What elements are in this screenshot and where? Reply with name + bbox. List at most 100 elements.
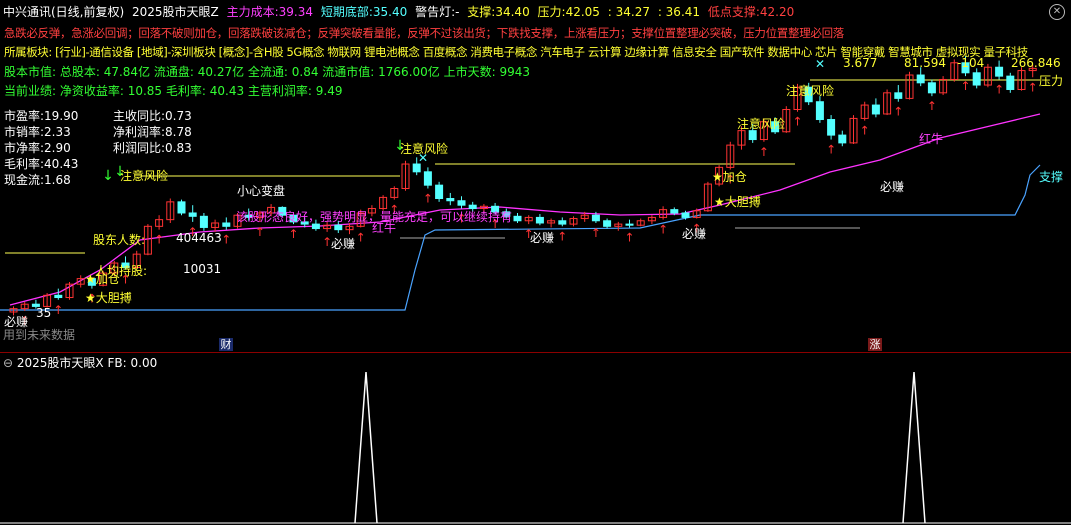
stat-value: 1.68 <box>44 173 71 187</box>
low-support-value: 42.20 <box>759 5 795 19</box>
chart-header: 中兴通讯(日线,前复权) 2025股市天眼Z 主力成本:39.34 短期底部:3… <box>3 3 798 20</box>
candle-body <box>188 212 197 217</box>
trend-text: 该股形态良好，强势明显，量能充足，可以继续持有 <box>236 210 513 224</box>
candle-body <box>54 294 63 299</box>
careful-label: 小心变盘 <box>237 184 286 198</box>
support-tag: 支撑 <box>1039 170 1064 184</box>
stat-label: 净利润率: <box>113 125 166 139</box>
top-value-3: -104 <box>957 56 985 70</box>
buy-arrow-icon: ↑ <box>591 226 601 240</box>
buy-arrow-icon: ↑ <box>255 225 265 239</box>
buy-arrow-icon: ↑ <box>658 223 668 237</box>
low-price-label: 35 <box>36 306 52 320</box>
candle-body <box>827 119 836 136</box>
stat-value: 2.33 <box>44 125 71 139</box>
buy-arrow-icon: ↑ <box>860 124 870 138</box>
stat-label: 现金流: <box>4 173 45 187</box>
caution-label-3: 注意风险 <box>737 117 786 131</box>
future-data-note: 用到未来数据 <box>3 328 76 342</box>
warning-label: 警告灯: <box>415 5 456 19</box>
sub-indicator-chart[interactable] <box>0 370 1071 525</box>
caution-label-4: 注意风险 <box>786 84 835 98</box>
fb-spike-1 <box>354 371 378 524</box>
main-chart-panel[interactable]: ↑ ↑ ↑ ↑ ↑ ↑ ↑ ↑ ↑ ↑ ↑ ↑ ↑ ↑ ↑ ↑ ↑ ↑ ↑ ↑ ↑ ↑ ↑ ↑ ↑ ↑ ↑ ↑ ↑ ↑ ↑ ↓ ↓ ↓ ✕ ✕ 中兴通… <box>0 0 1071 352</box>
indicator-name: 2025股市天眼Z <box>132 5 219 19</box>
fb-spike-2 <box>902 371 926 524</box>
pressure-value: 42.05 <box>565 5 600 19</box>
stat-value: 0.73 <box>165 109 192 123</box>
right-stat-row: 利润同比:0.83 <box>113 139 192 156</box>
top-value-2: 81.594 <box>904 56 946 70</box>
short-bottom-value: 35.40 <box>372 5 408 19</box>
advice-line: 急跌必反弹，急涨必回调；回落不破则加仓，回落跌破该减仓；反弹突破看量能，反弹不过… <box>4 26 844 40</box>
finance-date-marker[interactable]: 财 <box>219 338 233 351</box>
candle-body <box>972 72 981 86</box>
fb-value: 0.00 <box>130 356 158 370</box>
stat-label: 市销率: <box>4 125 45 139</box>
candle-body <box>838 134 847 144</box>
support-value: 34.40 <box>495 5 530 19</box>
left-stat-row: 现金流:1.68 <box>4 171 71 188</box>
candle-body <box>916 74 925 84</box>
candle-body <box>435 184 444 200</box>
candle-body <box>591 214 600 222</box>
candle-body <box>199 215 208 228</box>
buy-arrow-icon: ↑ <box>557 229 567 243</box>
left-stat-row: 毛利率:40.43 <box>4 155 78 172</box>
pressure-tag: 压力 <box>1039 74 1064 88</box>
support-label: 支撑: <box>467 5 496 19</box>
right-stat-row: 主收同比:0.73 <box>113 107 192 124</box>
candle-body <box>558 220 567 225</box>
earn-label-4: 必赚 <box>682 227 707 241</box>
buy-arrow-icon: ↑ <box>624 230 634 244</box>
buy-signal-2: ★大胆搏 <box>85 291 132 305</box>
buy-signal-3: ★加仓 <box>712 170 747 184</box>
market-line: 股本市值: 总股本: 47.84亿 流通盘: 40.27亿 全流通: 0.84 … <box>4 65 530 79</box>
candle-body <box>603 220 612 227</box>
stat-label: 市盈率: <box>4 109 45 123</box>
candle-body <box>681 212 690 218</box>
main-cost-label: 主力成本: <box>226 5 279 19</box>
buy-arrow-icon: ↑ <box>356 230 366 244</box>
candle-body <box>670 209 679 214</box>
stock-name: 中兴通讯(日线,前复权) <box>3 5 125 19</box>
sub-panel-title: 2025股市天眼X <box>16 356 104 370</box>
holders-value: 404463 <box>176 231 222 245</box>
short-bottom-label: 短期底部: <box>320 5 373 19</box>
buy-arrow-icon: ↑ <box>994 82 1004 96</box>
right-stat-row: 净利润率:8.78 <box>113 123 192 140</box>
left-stat-row: 市净率:2.90 <box>4 139 71 156</box>
stat-label: 主收同比: <box>113 109 166 123</box>
caution-label-1: 注意风险 <box>120 169 169 183</box>
sub-panel-icon[interactable]: ⊖ <box>3 356 13 370</box>
top-value-4: 266.846 <box>1011 56 1061 70</box>
candle-body <box>871 104 880 115</box>
per-capita-value: 10031 <box>183 262 222 276</box>
buy-arrow-icon: ↑ <box>792 115 802 129</box>
buy-arrow-icon: ↑ <box>288 227 298 241</box>
candle-body <box>222 222 231 227</box>
earn-label-3: 必赚 <box>530 231 555 245</box>
stat-label: 毛利率: <box>4 157 45 171</box>
pressure-label: 压力: <box>537 5 566 19</box>
earn-label-5: 必赚 <box>880 180 905 194</box>
candle-body <box>815 101 824 121</box>
extra-value-2: : 36.41 <box>657 5 701 19</box>
limit-up-date-marker[interactable]: 涨 <box>868 338 882 351</box>
buy-signal-4: ★大胆搏 <box>714 195 761 209</box>
candle-body <box>412 163 421 173</box>
candle-body <box>423 171 432 186</box>
stat-label: 市净率: <box>4 141 45 155</box>
main-cost-value: 39.34 <box>278 5 314 19</box>
stat-value: 8.78 <box>165 125 192 139</box>
stat-value: 40.43 <box>44 157 79 171</box>
low-support-label: 低点支撑: <box>707 5 760 19</box>
performance-line: 当前业绩: 净资收益率: 10.85 毛利率: 40.43 主营利润率: 9.4… <box>4 84 343 98</box>
top-value-1: 3.677 <box>843 56 878 70</box>
warning-value: - <box>455 5 460 19</box>
candle-body <box>535 216 544 224</box>
panel-divider <box>0 352 1071 353</box>
close-icon[interactable]: ✕ <box>1049 4 1065 20</box>
stat-value: 2.90 <box>44 141 71 155</box>
buy-arrow-icon: ↑ <box>154 233 164 247</box>
